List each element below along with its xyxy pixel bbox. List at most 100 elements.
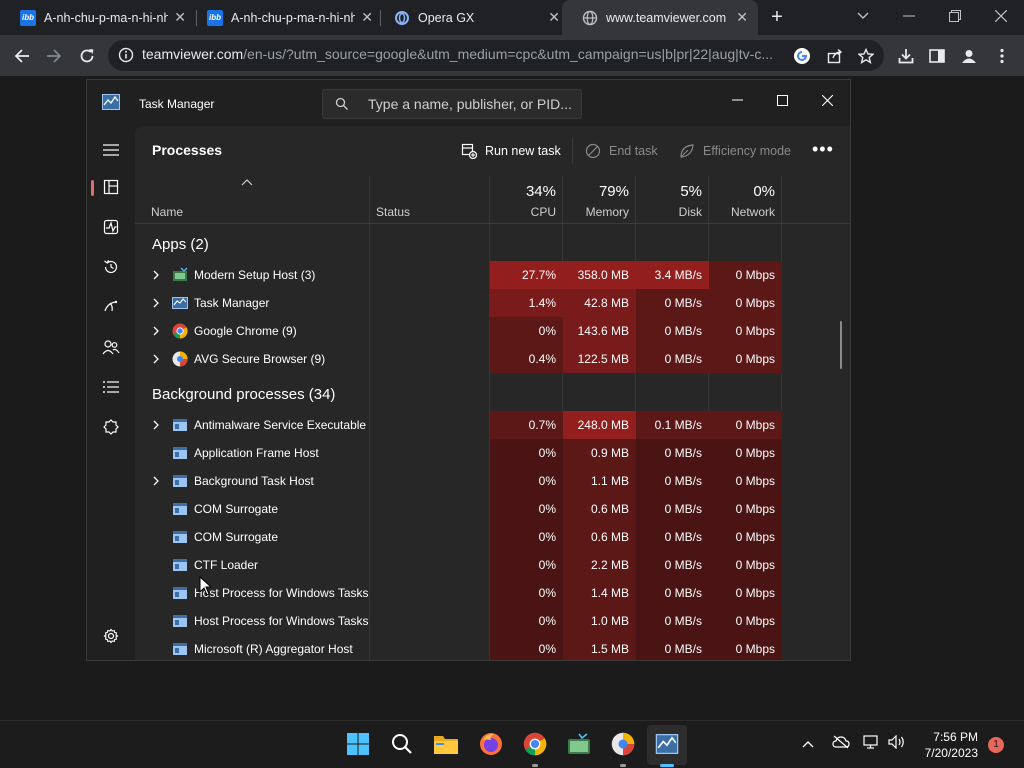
restore-window-button[interactable] bbox=[932, 0, 978, 32]
nav-services-icon[interactable] bbox=[101, 417, 121, 437]
process-row-task-manager[interactable]: Task Manager 1.4% 42.8 MB 0 MB/s 0 Mbps bbox=[135, 289, 850, 317]
process-row[interactable]: COM Surrogate 0% 0.6 MB 0 MB/s 0 Mbps bbox=[135, 495, 850, 523]
sort-ascending-icon[interactable] bbox=[241, 179, 253, 187]
network-total[interactable]: 0% bbox=[709, 183, 775, 200]
end-task-button[interactable]: End task bbox=[585, 141, 658, 161]
disk-total[interactable]: 5% bbox=[636, 183, 702, 200]
process-row[interactable]: Host Process for Windows Tasks 0% 1.0 MB… bbox=[135, 607, 850, 635]
browser-tab-4[interactable]: www.teamviewer.com ✕ bbox=[562, 0, 758, 35]
nav-processes-icon[interactable] bbox=[101, 177, 121, 197]
column-name[interactable]: Name bbox=[151, 205, 183, 219]
file-explorer-icon[interactable] bbox=[433, 731, 459, 757]
side-panel-icon[interactable] bbox=[926, 45, 948, 67]
tab-search-icon[interactable] bbox=[840, 0, 886, 32]
browser-tab-3[interactable]: Opera GX ✕ bbox=[374, 0, 570, 35]
close-tab-icon[interactable]: ✕ bbox=[548, 10, 560, 24]
notification-badge[interactable]: 1 bbox=[988, 737, 1004, 753]
process-row[interactable]: Microsoft (R) Aggregator Host 0% 1.5 MB … bbox=[135, 635, 850, 660]
process-row[interactable]: Background Task Host 0% 1.1 MB 0 MB/s 0 … bbox=[135, 467, 850, 495]
column-disk[interactable]: Disk bbox=[636, 205, 702, 219]
system-clock[interactable]: 7:56 PM 7/20/2023 bbox=[908, 729, 978, 761]
network-cell: 0 Mbps bbox=[709, 607, 782, 635]
chevron-right-icon[interactable] bbox=[151, 475, 161, 487]
close-tab-icon[interactable]: ✕ bbox=[361, 10, 373, 24]
column-status[interactable]: Status bbox=[376, 205, 410, 219]
process-row[interactable]: Application Frame Host 0% 0.9 MB 0 MB/s … bbox=[135, 439, 850, 467]
column-cpu[interactable]: CPU bbox=[490, 205, 556, 219]
scrollbar-thumb[interactable] bbox=[840, 321, 842, 369]
chevron-right-icon[interactable] bbox=[151, 325, 161, 337]
chevron-right-icon[interactable] bbox=[151, 269, 161, 281]
processes-header: Processes Run new task End task Efficien… bbox=[135, 126, 850, 176]
more-options-icon[interactable]: ••• bbox=[812, 139, 834, 160]
process-row-avg-secure-browser[interactable]: AVG Secure Browser (9) 0.4% 122.5 MB 0 M… bbox=[135, 345, 850, 373]
close-button[interactable] bbox=[807, 86, 847, 114]
url-text[interactable]: teamviewer.com/en-us/?utm_source=google&… bbox=[142, 46, 782, 62]
disk-cell: 0 MB/s bbox=[636, 523, 709, 551]
browser-tab-1[interactable]: ibb A-nh-chu-p-ma-n-hi-nh ✕ bbox=[0, 0, 196, 35]
reload-button[interactable] bbox=[76, 45, 98, 67]
new-tab-button[interactable]: + bbox=[767, 7, 787, 27]
download-icon[interactable] bbox=[895, 45, 917, 67]
share-icon[interactable] bbox=[824, 45, 846, 67]
column-network[interactable]: Network bbox=[709, 205, 775, 219]
process-row-google-chrome[interactable]: Google Chrome (9) 0% 143.6 MB 0 MB/s 0 M… bbox=[135, 317, 850, 345]
task-manager-icon[interactable] bbox=[654, 731, 680, 757]
volume-icon[interactable] bbox=[888, 734, 906, 752]
browser-tab-2[interactable]: ibb A-nh-chu-p-ma-n-hi-nh ✕ bbox=[187, 0, 383, 35]
windows-start-icon[interactable] bbox=[345, 731, 371, 757]
process-row-modern-setup-host[interactable]: Modern Setup Host (3) 27.7% 358.0 MB 3.4… bbox=[135, 261, 850, 289]
show-hidden-icons-icon[interactable] bbox=[802, 735, 814, 751]
hamburger-menu-icon[interactable] bbox=[101, 140, 121, 160]
forward-button[interactable] bbox=[43, 45, 65, 67]
process-row[interactable]: CTF Loader 0% 2.2 MB 0 MB/s 0 Mbps bbox=[135, 551, 850, 579]
firefox-icon[interactable] bbox=[478, 731, 504, 757]
maximize-button[interactable] bbox=[762, 86, 802, 114]
nav-users-icon[interactable] bbox=[101, 337, 121, 357]
nav-startup-apps-icon[interactable] bbox=[101, 297, 121, 317]
google-lens-icon[interactable] bbox=[791, 45, 813, 67]
nav-details-icon[interactable] bbox=[101, 377, 121, 397]
process-row[interactable]: Host Process for Windows Tasks 0% 1.4 MB… bbox=[135, 579, 850, 607]
mouse-cursor-icon bbox=[199, 576, 213, 596]
close-tab-icon[interactable]: ✕ bbox=[736, 10, 748, 24]
chevron-right-icon[interactable] bbox=[151, 297, 161, 309]
process-row[interactable]: COM Surrogate 0% 0.6 MB 0 MB/s 0 Mbps bbox=[135, 523, 850, 551]
windows-taskbar: 7:56 PM 7/20/2023 1 bbox=[0, 720, 1024, 768]
network-cell: 0 Mbps bbox=[709, 551, 782, 579]
settings-gear-icon[interactable] bbox=[101, 626, 121, 646]
search-icon[interactable] bbox=[389, 731, 415, 757]
memory-total[interactable]: 79% bbox=[563, 183, 629, 200]
network-cell: 0 Mbps bbox=[709, 411, 782, 439]
run-new-task-button[interactable]: Run new task bbox=[461, 141, 561, 161]
back-button[interactable] bbox=[11, 45, 33, 67]
network-cell: 0 Mbps bbox=[709, 345, 782, 373]
close-tab-icon[interactable]: ✕ bbox=[174, 10, 186, 24]
profile-avatar-icon[interactable] bbox=[958, 45, 980, 67]
avg-browser-icon bbox=[172, 351, 188, 367]
minimize-window-button[interactable] bbox=[886, 0, 932, 32]
chrome-icon[interactable] bbox=[522, 731, 548, 757]
bookmark-star-icon[interactable] bbox=[855, 45, 877, 67]
nav-performance-icon[interactable] bbox=[101, 217, 121, 237]
column-memory[interactable]: Memory bbox=[563, 205, 629, 219]
process-row[interactable]: Antimalware Service Executable 0.7% 248.… bbox=[135, 411, 850, 439]
onedrive-offline-icon[interactable] bbox=[832, 735, 850, 752]
process-name: AVG Secure Browser (9) bbox=[194, 352, 326, 366]
minimize-button[interactable] bbox=[717, 86, 757, 114]
process-name: Google Chrome (9) bbox=[194, 324, 297, 338]
disk-cell: 0.1 MB/s bbox=[636, 411, 709, 439]
nav-app-history-icon[interactable] bbox=[101, 257, 121, 277]
cpu-total[interactable]: 34% bbox=[490, 183, 556, 200]
photos-icon[interactable] bbox=[566, 731, 592, 757]
avg-browser-icon[interactable] bbox=[610, 731, 636, 757]
network-icon[interactable] bbox=[863, 735, 881, 752]
site-info-icon[interactable] bbox=[118, 47, 134, 63]
memory-cell: 0.6 MB bbox=[563, 523, 636, 551]
memory-cell: 1.4 MB bbox=[563, 579, 636, 607]
chevron-right-icon[interactable] bbox=[151, 353, 161, 365]
efficiency-mode-button[interactable]: Efficiency mode bbox=[679, 141, 791, 161]
browser-menu-icon[interactable] bbox=[991, 45, 1013, 67]
chevron-right-icon[interactable] bbox=[151, 419, 161, 431]
close-window-button[interactable] bbox=[978, 0, 1024, 32]
